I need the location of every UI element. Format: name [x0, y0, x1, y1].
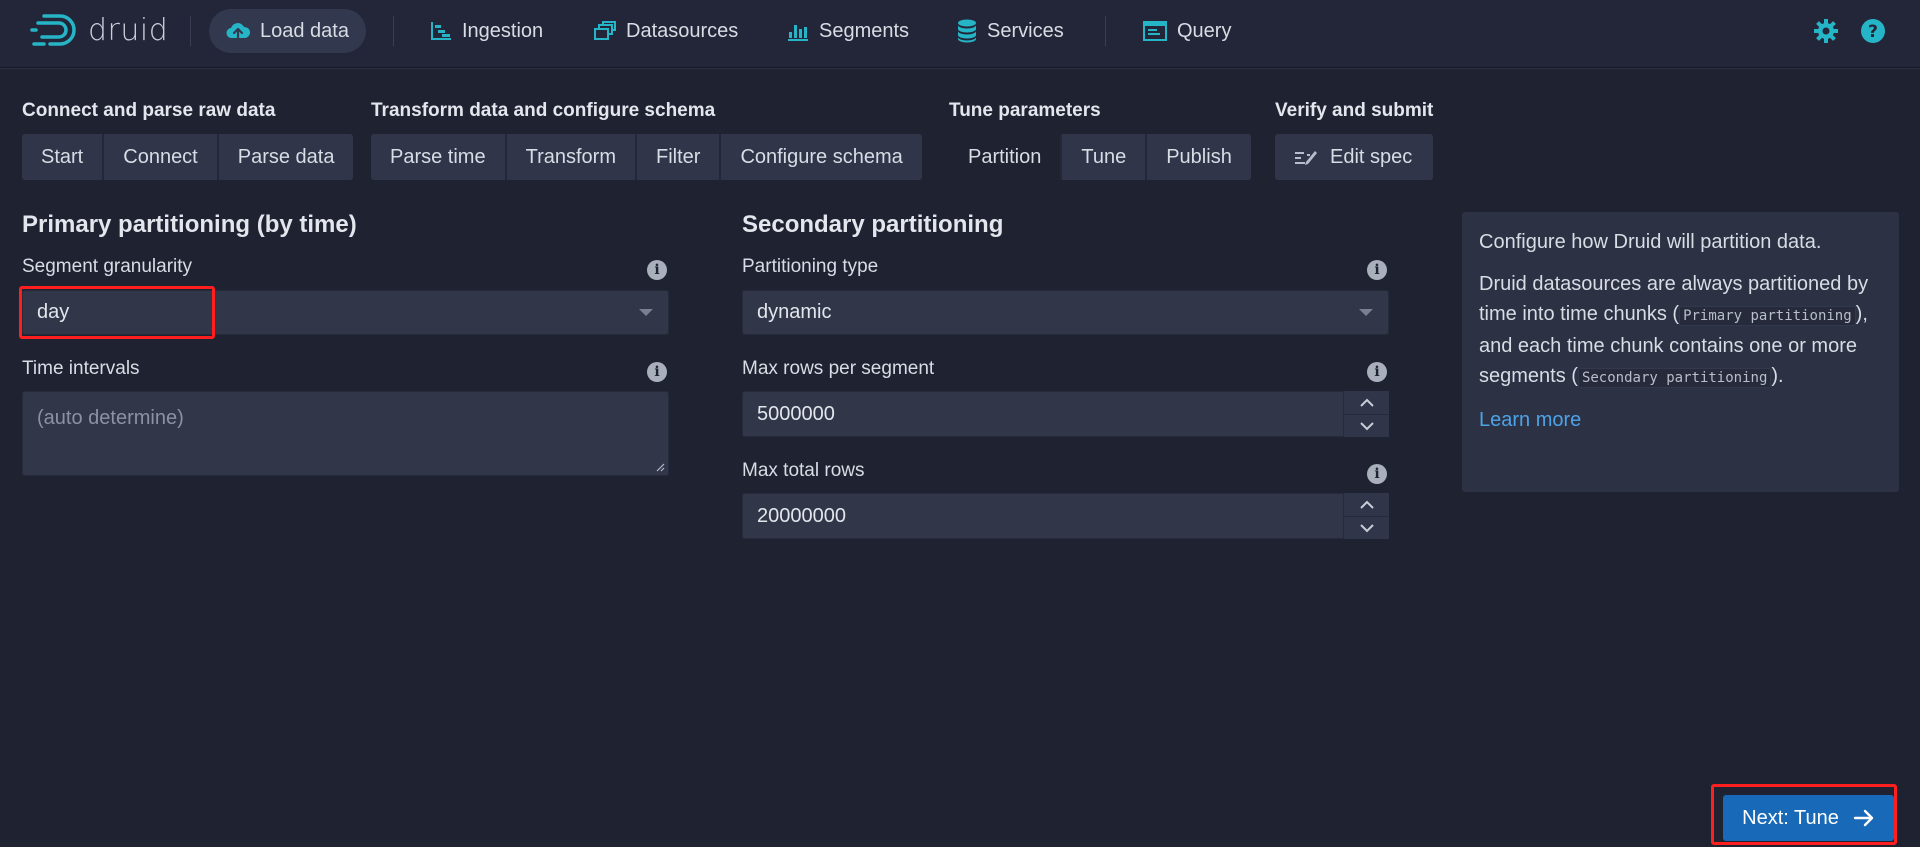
code-secondary-partitioning: Secondary partitioning: [1577, 368, 1772, 388]
druid-logo[interactable]: druid: [30, 10, 168, 50]
decrement-button[interactable]: [1344, 414, 1389, 437]
info-icon[interactable]: i: [647, 362, 667, 382]
step-group-title: Transform data and configure schema: [371, 100, 716, 121]
nav-label: Query: [1177, 19, 1232, 42]
step-transform-button[interactable]: Transform: [507, 134, 637, 180]
step-group-verify: Verify and submit Edit spec: [1275, 100, 1434, 180]
partitioning-type-value: dynamic: [757, 301, 832, 323]
code-primary-partitioning: Primary partitioning: [1679, 306, 1856, 326]
info-line-2: Druid datasources are always partitioned…: [1479, 269, 1882, 393]
step-group-tune: Tune parameters Partition Tune Publish: [949, 100, 1251, 180]
info-icon[interactable]: i: [1367, 464, 1387, 484]
step-parse-time-button[interactable]: Parse time: [371, 134, 507, 180]
step-start-button[interactable]: Start: [22, 134, 105, 180]
nav-label: Segments: [819, 19, 910, 42]
time-intervals-placeholder: (auto determine): [37, 407, 184, 429]
increment-button[interactable]: [1344, 391, 1389, 414]
max-rows-per-segment-input[interactable]: 5000000: [742, 391, 1389, 437]
increment-button[interactable]: [1344, 493, 1389, 516]
nav-datasources[interactable]: Datasources: [577, 9, 755, 53]
secondary-partitioning-title: Secondary partitioning: [742, 211, 1004, 238]
caret-down-icon: [1359, 309, 1373, 316]
next-button-label: Next: Tune: [1742, 806, 1839, 829]
step-button-group: Start Connect Parse data: [22, 134, 354, 180]
number-stepper: [1343, 493, 1389, 539]
caret-down-icon: [639, 309, 653, 316]
info-icon[interactable]: i: [647, 260, 667, 280]
time-intervals-textarea[interactable]: (auto determine): [22, 391, 669, 476]
next-tune-button[interactable]: Next: Tune: [1723, 795, 1894, 841]
step-group-title: Connect and parse raw data: [22, 100, 276, 121]
decrement-button[interactable]: [1344, 516, 1389, 539]
step-group-title: Tune parameters: [949, 100, 1101, 121]
stacked-chart-icon: [788, 25, 808, 41]
max-total-rows-value: 20000000: [757, 504, 846, 527]
header-divider: [393, 16, 394, 46]
logo-text: druid: [88, 12, 169, 48]
nav-load-data[interactable]: Load data: [209, 9, 366, 53]
chevron-down-icon: [1359, 421, 1374, 430]
arrow-right-icon: [1853, 809, 1874, 827]
segment-granularity-label: Segment granularity: [22, 256, 193, 277]
step-group-transform: Transform data and configure schema Pars…: [371, 100, 922, 180]
multi-select-icon: [594, 21, 616, 40]
number-stepper: [1343, 391, 1389, 437]
edit-spec-icon: [1295, 151, 1317, 165]
info-icon[interactable]: i: [1367, 362, 1387, 382]
step-configure-schema-button[interactable]: Configure schema: [721, 134, 921, 180]
header-divider: [190, 16, 191, 46]
step-button-group: Parse time Transform Filter Configure sc…: [371, 134, 922, 180]
time-intervals-label: Time intervals: [22, 358, 140, 379]
segment-granularity-value: day: [37, 301, 70, 323]
nav-label: Datasources: [626, 19, 739, 42]
nav-label: Ingestion: [462, 19, 544, 42]
primary-partitioning-title: Primary partitioning (by time): [22, 211, 357, 238]
application-icon: [1143, 21, 1167, 41]
step-edit-spec-button[interactable]: Edit spec: [1275, 134, 1431, 180]
step-button-group: Edit spec: [1275, 134, 1434, 180]
resize-grip-icon[interactable]: [655, 462, 665, 472]
info-text: ).: [1771, 365, 1784, 387]
segment-granularity-select[interactable]: day: [22, 290, 669, 335]
chevron-up-icon: [1359, 500, 1374, 509]
chevron-down-icon: [1359, 523, 1374, 532]
step-filter-button[interactable]: Filter: [637, 134, 722, 180]
step-tune-button[interactable]: Tune: [1062, 134, 1148, 180]
druid-logo-icon: [30, 14, 76, 46]
edit-spec-label: Edit spec: [1330, 145, 1413, 168]
nav-label: Load data: [260, 19, 349, 42]
top-navbar: druid Load data Ingestion Datasources Se…: [0, 0, 1920, 68]
nav-query[interactable]: Query: [1126, 9, 1248, 53]
header-divider: [1105, 16, 1106, 46]
info-icon[interactable]: i: [1367, 260, 1387, 280]
step-publish-button[interactable]: Publish: [1147, 134, 1251, 180]
nav-services[interactable]: Services: [940, 9, 1081, 53]
svg-text:?: ?: [1868, 22, 1878, 42]
partitioning-type-select[interactable]: dynamic: [742, 290, 1389, 335]
nav-segments[interactable]: Segments: [770, 9, 926, 53]
step-parse-data-button[interactable]: Parse data: [219, 134, 354, 180]
step-group-title: Verify and submit: [1275, 100, 1434, 121]
nav-ingestion[interactable]: Ingestion: [413, 9, 560, 53]
info-panel: Configure how Druid will partition data.…: [1462, 212, 1899, 492]
info-line-1: Configure how Druid will partition data.: [1479, 231, 1822, 253]
step-connect-button[interactable]: Connect: [104, 134, 219, 180]
max-rows-per-segment-value: 5000000: [757, 402, 835, 425]
cloud-upload-icon: [226, 23, 250, 42]
gantt-chart-icon: [431, 22, 451, 40]
help-icon[interactable]: ?: [1859, 17, 1887, 45]
step-group-connect: Connect and parse raw data Start Connect…: [22, 100, 354, 180]
learn-more-link[interactable]: Learn more: [1479, 409, 1581, 431]
partitioning-type-label: Partitioning type: [742, 256, 879, 277]
step-button-group: Partition Tune Publish: [949, 134, 1251, 180]
max-rows-per-segment-label: Max rows per segment: [742, 358, 935, 379]
max-total-rows-label: Max total rows: [742, 460, 865, 481]
chevron-up-icon: [1359, 398, 1374, 407]
database-icon: [958, 19, 976, 43]
nav-label: Services: [987, 19, 1064, 42]
gear-icon[interactable]: [1812, 17, 1840, 45]
step-partition-button[interactable]: Partition: [949, 134, 1063, 180]
max-total-rows-input[interactable]: 20000000: [742, 493, 1389, 539]
